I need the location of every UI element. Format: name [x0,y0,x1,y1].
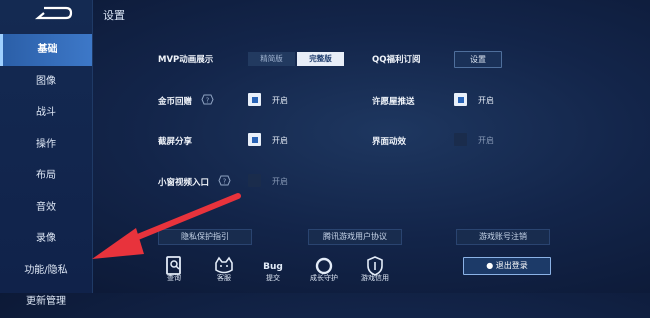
coin-rebate-checkbox[interactable] [248,93,261,106]
user-agreement-button[interactable]: 腾讯游戏用户协议 [308,229,402,245]
coin-rebate-state: 开启 [272,96,288,105]
sidebar-nav: 基础 图像 战斗 操作 布局 音效 录像 功能/隐私 更新管理 [0,34,92,318]
game-credit-label: 游戏信用 [361,274,389,282]
svg-text:Bug: Bug [263,262,283,272]
sidebar-item-battle[interactable]: 战斗 [0,97,92,129]
svg-text:?: ? [206,97,210,105]
wish-push-state: 开启 [478,96,494,105]
ui-animation-checkbox[interactable] [454,133,467,146]
sidebar-item-image[interactable]: 图像 [0,66,92,98]
qq-subscribe-label: QQ福利订阅 [372,55,421,65]
mini-window-state: 开启 [272,177,288,186]
user-icon: ● [486,261,494,270]
wish-push-checkbox[interactable] [454,93,467,106]
privacy-guide-button[interactable]: 隐私保护指引 [158,229,252,245]
logout-label: 退出登录 [495,261,528,270]
qq-subscribe-settings-button[interactable]: 设置 [454,51,502,68]
account-cancel-button[interactable]: 游戏账号注销 [456,229,550,245]
logout-button[interactable]: ● 退出登录 [463,257,551,275]
screenshot-share-state: 开启 [272,136,288,145]
sidebar-item-sound[interactable]: 音效 [0,192,92,224]
sidebar-item-replay[interactable]: 录像 [0,223,92,255]
back-arrow-icon[interactable] [30,5,74,21]
mvp-label: MVP动画展示 [158,55,214,65]
ui-animation-label: 界面动效 [372,137,407,147]
wish-push-label: 许愿屋推送 [372,97,415,107]
screenshot-share-label: 截屏分享 [158,137,193,147]
page-title: 设置 [103,9,125,22]
mini-window-label: 小窗视频入口 [158,178,210,188]
mvp-option-full[interactable]: 完整版 [297,52,344,66]
mvp-option-lite[interactable]: 精简版 [248,52,295,66]
help-icon[interactable]: ? [218,175,231,186]
sidebar-item-privacy[interactable]: 功能/隐私 [0,255,92,287]
help-icon[interactable]: ? [201,94,214,105]
ui-animation-state: 开启 [478,136,494,145]
sidebar: 基础 图像 战斗 操作 布局 音效 录像 功能/隐私 更新管理 [0,0,93,307]
coin-rebate-label: 金币回赠 [158,97,193,107]
sidebar-item-basic[interactable]: 基础 [0,34,92,66]
sidebar-item-update[interactable]: 更新管理 [0,286,92,318]
bug-submit-label: 提交 [266,274,280,282]
query-label: 查询 [167,274,181,282]
annotation-arrow-icon [92,193,241,259]
growth-guard-label: 成长守护 [310,274,338,282]
mini-window-checkbox[interactable] [248,174,261,187]
sidebar-item-controls[interactable]: 操作 [0,129,92,161]
screenshot-share-checkbox[interactable] [248,133,261,146]
svg-text:?: ? [223,178,227,186]
sidebar-item-layout[interactable]: 布局 [0,160,92,192]
customer-service-label: 客服 [217,274,231,282]
